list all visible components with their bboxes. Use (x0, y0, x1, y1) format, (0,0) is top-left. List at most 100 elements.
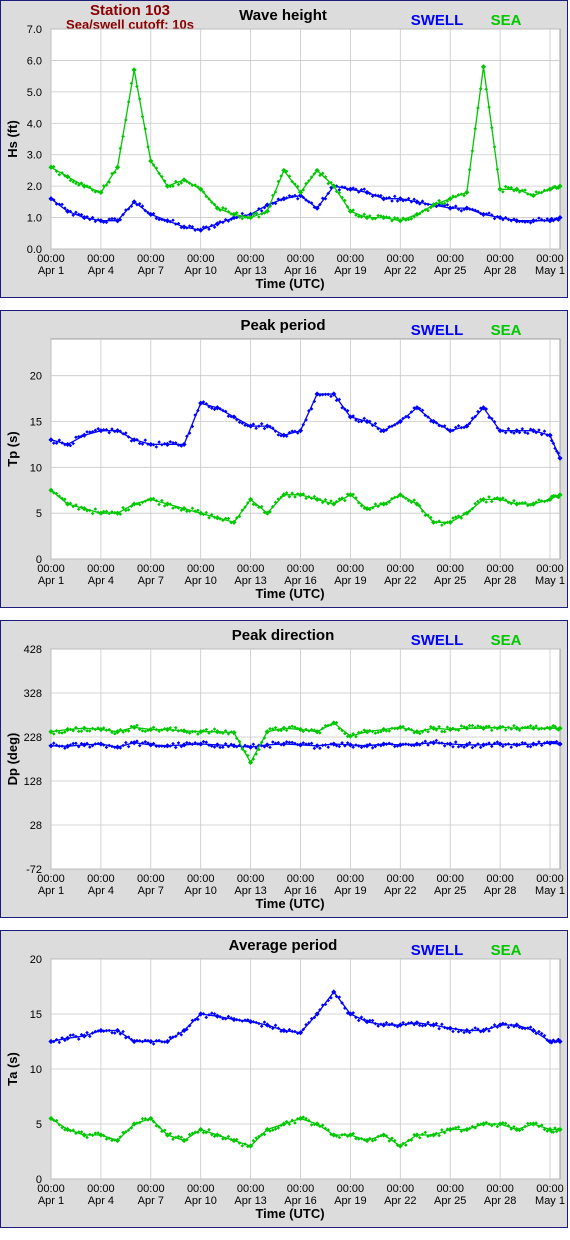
x-tick-label: Apr 22 (384, 575, 416, 587)
x-tick-time: 00:00 (87, 1183, 115, 1195)
x-tick-label: Apr 4 (88, 885, 114, 897)
y-tick-label: 6.0 (27, 55, 42, 67)
y-tick-label: 10 (30, 1064, 42, 1076)
x-axis-label: Time (UTC) (255, 586, 324, 601)
x-tick-label: Apr 25 (434, 575, 466, 587)
legend-sea: SEA (491, 322, 522, 339)
x-tick-label: Apr 25 (434, 1195, 466, 1207)
y-tick-label: 5 (36, 508, 42, 520)
x-tick-label: Apr 25 (434, 265, 466, 277)
x-tick-label: Apr 10 (184, 885, 216, 897)
x-tick-time: 00:00 (237, 873, 265, 885)
x-tick-time: 00:00 (287, 873, 315, 885)
x-tick-time: 00:00 (486, 253, 514, 265)
y-tick-label: 15 (30, 1009, 42, 1021)
x-tick-time: 00:00 (137, 253, 165, 265)
legend-sea: SEA (491, 12, 522, 29)
y-tick-label: 2.0 (27, 181, 42, 193)
x-tick-label: Apr 25 (434, 885, 466, 897)
chart-title: Peak direction (232, 627, 335, 644)
y-tick-label: 4.0 (27, 118, 42, 130)
x-tick-time: 00:00 (486, 1183, 514, 1195)
x-tick-time: 00:00 (87, 873, 115, 885)
charts-canvas: Station 103 Sea/swell cutoff: 10s 0.01.0… (5, 2, 565, 1221)
x-tick-label: Apr 1 (38, 1195, 64, 1207)
x-tick-time: 00:00 (337, 253, 365, 265)
x-tick-time: 00:00 (387, 563, 415, 575)
x-tick-time: 00:00 (237, 563, 265, 575)
x-tick-label: Apr 28 (484, 575, 516, 587)
y-tick-label: 228 (24, 732, 42, 744)
x-tick-time: 00:00 (436, 1183, 464, 1195)
y-tick-label: 28 (30, 820, 42, 832)
x-tick-label: Apr 4 (88, 1195, 114, 1207)
y-tick-label: 10 (30, 462, 42, 474)
y-tick-label: 128 (24, 776, 42, 788)
x-tick-time: 00:00 (536, 563, 564, 575)
legend-sea: SEA (491, 632, 522, 649)
legend-swell: SWELL (411, 632, 464, 649)
y-tick-label: 328 (24, 688, 42, 700)
x-tick-time: 00:00 (287, 563, 315, 575)
x-tick-label: May 1 (535, 575, 565, 587)
x-tick-label: Apr 22 (384, 265, 416, 277)
y-tick-label: 428 (24, 644, 42, 656)
legend-swell: SWELL (411, 942, 464, 959)
x-tick-time: 00:00 (187, 253, 215, 265)
x-tick-time: 00:00 (137, 1183, 165, 1195)
y-tick-label: 5.0 (27, 87, 42, 99)
x-tick-time: 00:00 (287, 253, 315, 265)
legend-swell: SWELL (411, 322, 464, 339)
x-tick-label: Apr 4 (88, 575, 114, 587)
x-tick-time: 00:00 (37, 873, 65, 885)
x-tick-label: Apr 19 (334, 265, 366, 277)
x-tick-time: 00:00 (387, 873, 415, 885)
x-tick-time: 00:00 (187, 873, 215, 885)
x-tick-time: 00:00 (187, 1183, 215, 1195)
x-tick-label: May 1 (535, 885, 565, 897)
x-tick-label: Apr 1 (38, 885, 64, 897)
x-tick-time: 00:00 (486, 563, 514, 575)
x-axis-label: Time (UTC) (255, 276, 324, 291)
x-tick-label: Apr 22 (384, 885, 416, 897)
plot-area (50, 338, 561, 560)
x-tick-label: May 1 (535, 1195, 565, 1207)
x-tick-time: 00:00 (137, 563, 165, 575)
x-tick-time: 00:00 (387, 253, 415, 265)
y-tick-label: 15 (30, 417, 42, 429)
y-tick-label: 3.0 (27, 150, 42, 162)
x-tick-time: 00:00 (37, 563, 65, 575)
x-tick-time: 00:00 (37, 253, 65, 265)
x-tick-time: 00:00 (87, 253, 115, 265)
y-axis-label: Hs (ft) (5, 120, 20, 158)
x-tick-time: 00:00 (37, 1183, 65, 1195)
plot-area (50, 648, 561, 870)
x-tick-label: Apr 10 (184, 1195, 216, 1207)
x-tick-time: 00:00 (87, 563, 115, 575)
x-tick-label: Apr 19 (334, 1195, 366, 1207)
legend-swell: SWELL (411, 12, 464, 29)
x-tick-time: 00:00 (387, 1183, 415, 1195)
x-tick-label: Apr 28 (484, 265, 516, 277)
x-tick-time: 00:00 (536, 873, 564, 885)
x-tick-label: Apr 19 (334, 575, 366, 587)
x-tick-time: 00:00 (486, 873, 514, 885)
chart-title: Peak period (240, 317, 325, 334)
y-tick-label: 20 (30, 371, 42, 383)
x-tick-label: Apr 19 (334, 885, 366, 897)
x-tick-time: 00:00 (536, 1183, 564, 1195)
x-tick-time: 00:00 (337, 873, 365, 885)
x-tick-time: 00:00 (137, 873, 165, 885)
y-tick-label: 20 (30, 954, 42, 966)
x-tick-time: 00:00 (187, 563, 215, 575)
x-tick-time: 00:00 (337, 563, 365, 575)
x-tick-label: Apr 7 (138, 575, 164, 587)
x-tick-time: 00:00 (436, 253, 464, 265)
y-axis-label: Tp (s) (5, 431, 20, 466)
x-tick-label: Apr 7 (138, 885, 164, 897)
x-tick-label: Apr 4 (88, 265, 114, 277)
x-tick-label: Apr 10 (184, 575, 216, 587)
x-tick-label: Apr 1 (38, 265, 64, 277)
x-tick-time: 00:00 (536, 253, 564, 265)
x-tick-time: 00:00 (436, 563, 464, 575)
